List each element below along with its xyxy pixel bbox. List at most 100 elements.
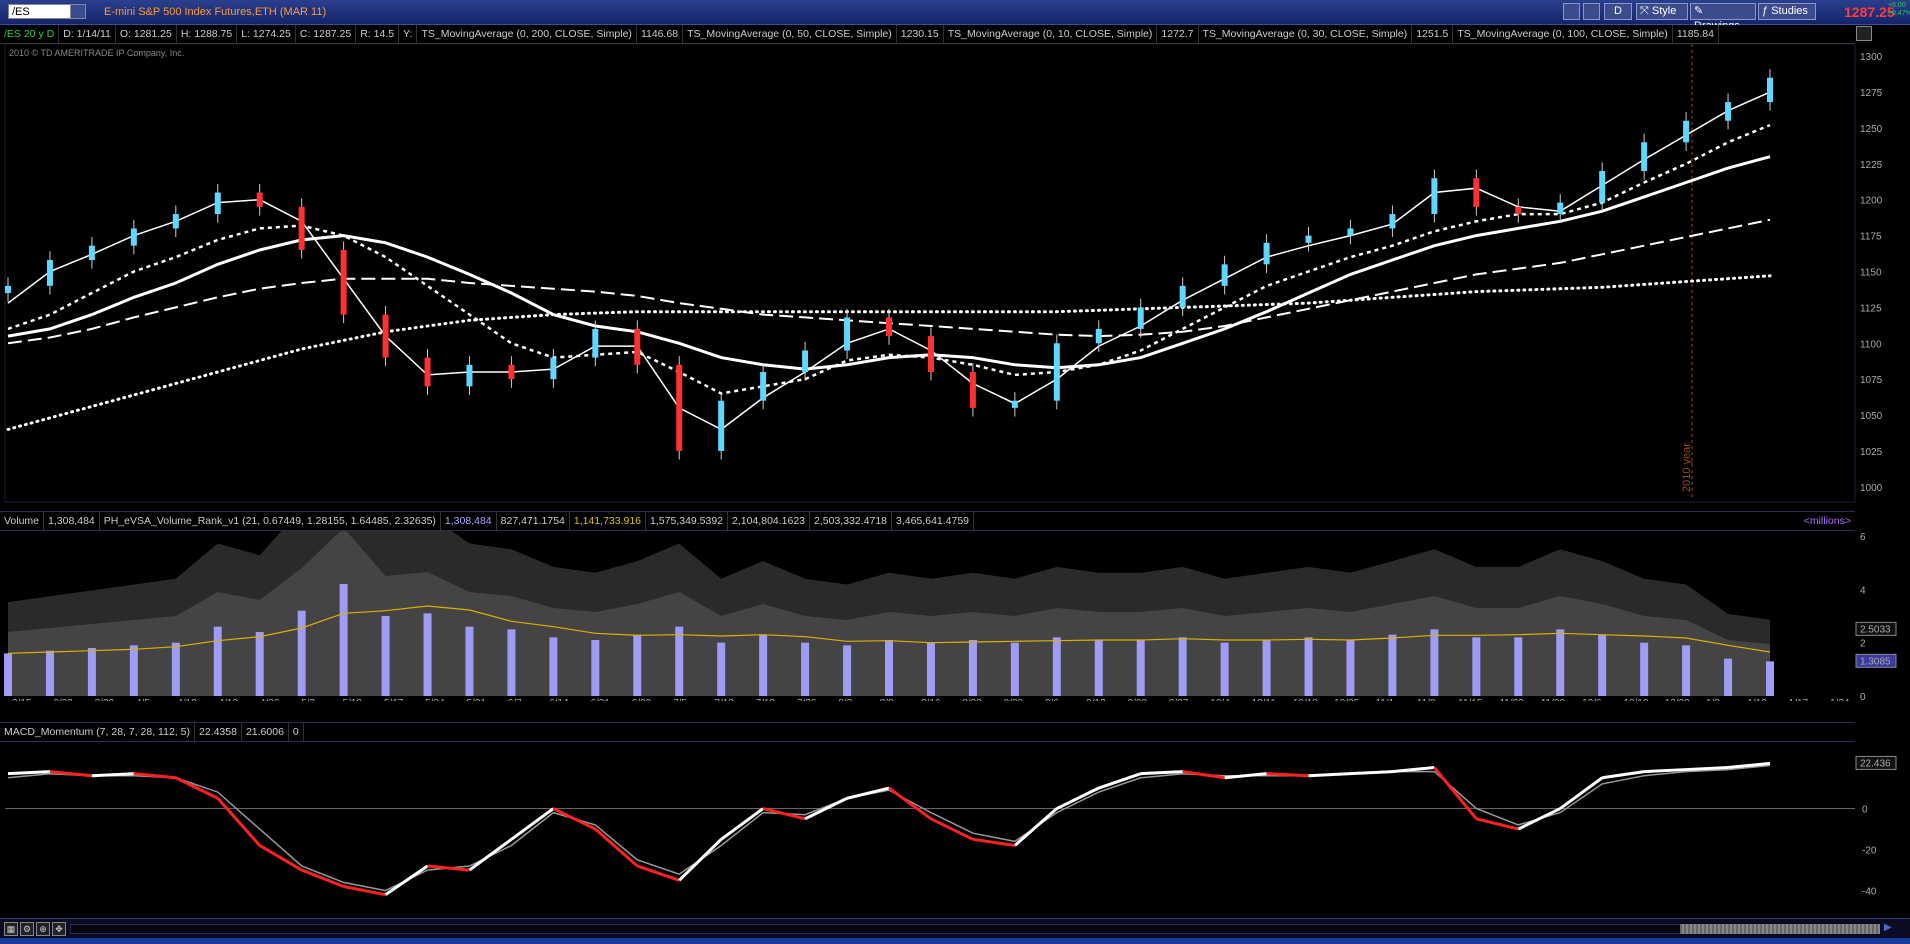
date-tick-label: 8/23 [962,698,982,701]
volume-bar [801,642,810,696]
volume-bar [1094,640,1103,696]
volume-bar [675,626,684,696]
date-tick-label: 5/31 [467,698,487,701]
price-tick-label: 1050 [1860,411,1883,422]
down-candle [1473,178,1480,207]
up-candle [1011,400,1018,408]
crosshair-tool-button[interactable] [1563,3,1580,20]
up-candle [172,214,179,229]
volume-bar [1262,640,1271,696]
price-tick-label: 1025 [1860,447,1883,458]
price-tick-label: 1200 [1860,196,1883,207]
date-tick-label: 6/28 [632,698,652,701]
date-tick-label: 1/3 [1706,698,1720,701]
down-candle [886,317,892,337]
date-tick-label: 7/26 [797,698,817,701]
macd-chart[interactable]: 0 -20 -40 22.436 [0,742,1910,917]
study-label[interactable]: TS_MovingAverage (0, 10, CLOSE, Simple) [944,25,1158,43]
evsa-study-label[interactable]: PH_eVSA_Volume_Rank_v1 (21, 0.67449, 1.2… [100,512,441,530]
date-tick-label: 1/17 [1789,698,1809,701]
grid-icon[interactable]: ▦ [4,922,18,936]
macd-segment [1644,768,1687,774]
volume-bar [129,645,138,696]
date-tick-label: 9/27 [1169,698,1189,701]
up-candle [1053,343,1060,401]
volume-bar [1388,634,1397,696]
drawings-button[interactable]: ✎ Drawings [1690,3,1756,32]
date-tick-label: 5/17 [384,698,404,701]
up-candle [1641,142,1648,172]
macd-segment [1350,770,1393,776]
volume-chart[interactable]: 6 4 2 0 2.5033 1.3085 3/15 3/22 3/29 4/5 4/12 4/19… [0,531,1910,701]
study-label[interactable]: TS_MovingAverage (0, 200, CLOSE, Simple) [417,25,637,43]
up-candle [760,371,767,401]
volume-badge-label: 1.3085 [1860,656,1891,667]
date-tick-label: 11/29 [1541,698,1566,701]
price-tick-label: 1275 [1860,88,1883,99]
date-tick-label: 10/4 [1210,698,1230,701]
volume-bar [297,610,306,696]
window-frame [0,938,1910,944]
up-candle [1683,120,1690,143]
date-tick-label: 6/21 [590,698,610,701]
evsa-value: 2,104,804.1623 [728,512,811,530]
study-label[interactable]: TS_MovingAverage (0, 50, CLOSE, Simple) [683,25,897,43]
date-tick-label: 4/26 [260,698,280,701]
price-tick-label: 1150 [1860,268,1882,279]
price-change: +6.00 +0.47% [1888,2,1910,17]
volume-bar [1136,640,1145,696]
scrollbar-thumb[interactable] [1680,924,1880,934]
down-candle [676,364,683,451]
date-tick-label: 7/5 [673,698,687,701]
macd-study-label[interactable]: MACD_Momentum (7, 28, 7, 28, 112, 5) [0,723,195,741]
settings-icon[interactable]: ⚙ [20,922,34,936]
studies-button[interactable]: ƒ Studies [1758,3,1816,20]
date-tick-label: 8/2 [838,698,852,701]
volume-label[interactable]: Volume [0,512,45,530]
volume-bar [339,584,348,696]
volume-units: <millions> [1803,515,1851,527]
up-candle [844,317,851,351]
down-candle [1515,206,1522,215]
macd-segment [91,772,134,778]
macd-value: 21.6006 [242,723,289,741]
up-candle [466,364,473,387]
pencil-tool-button[interactable] [1583,3,1600,20]
zoom-icon[interactable]: ⊕ [36,922,50,936]
volume-bar [171,642,180,696]
horizontal-scrollbar[interactable] [70,924,1880,934]
date-tick-label: 4/19 [219,698,239,701]
down-candle [298,206,305,250]
aggregation-button[interactable]: D [1604,3,1632,20]
date-tick-label: 11/22 [1499,698,1524,701]
symbol-dropdown-button[interactable] [70,4,86,19]
down-candle [634,328,641,365]
scroll-right-icon[interactable]: ▶ [1884,922,1892,933]
macd-segment [1266,772,1309,778]
price-tick-label: 1250 [1860,124,1883,135]
volume-bar [465,626,474,696]
price-tick-label: 1300 [1860,52,1883,63]
study-label[interactable]: TS_MovingAverage (0, 100, CLOSE, Simple) [1453,25,1673,43]
expand-icon[interactable] [1856,26,1872,41]
price-chart[interactable]: 2010 © TD AMERITRADE IP Company, Inc. 20… [0,44,1910,504]
pan-icon[interactable]: ✥ [52,922,66,936]
evsa-value: 1,575,349.5392 [646,512,729,530]
up-candle [1767,77,1773,103]
style-button[interactable]: ⤧ Style [1636,3,1688,20]
date-tick-label: 9/20 [1128,698,1148,701]
chart-toolbar: /ES E-mini S&P 500 Index Futures,ETH (MA… [0,0,1910,32]
volume-value: 1,308,484 [44,512,100,530]
bar-low: L: 1274.25 [237,25,296,43]
volume-bar [968,640,977,696]
date-tick-label: 12/13 [1623,698,1648,701]
bar-close: C: 1287.25 [296,25,357,43]
volume-bar [759,634,768,696]
study-label[interactable]: TS_MovingAverage (0, 30, CLOSE, Simple) [1199,25,1413,43]
evsa-value: 1,141,733.916 [570,512,647,530]
macd-panel-header: MACD_Momentum (7, 28, 7, 28, 112, 5) 22.4… [0,722,1855,742]
volume-bar [381,616,390,696]
study-value: 1185.84 [1673,25,1719,43]
period-label[interactable]: /ES 20 y D [0,25,60,43]
date-tick-label: 4/12 [177,698,197,701]
